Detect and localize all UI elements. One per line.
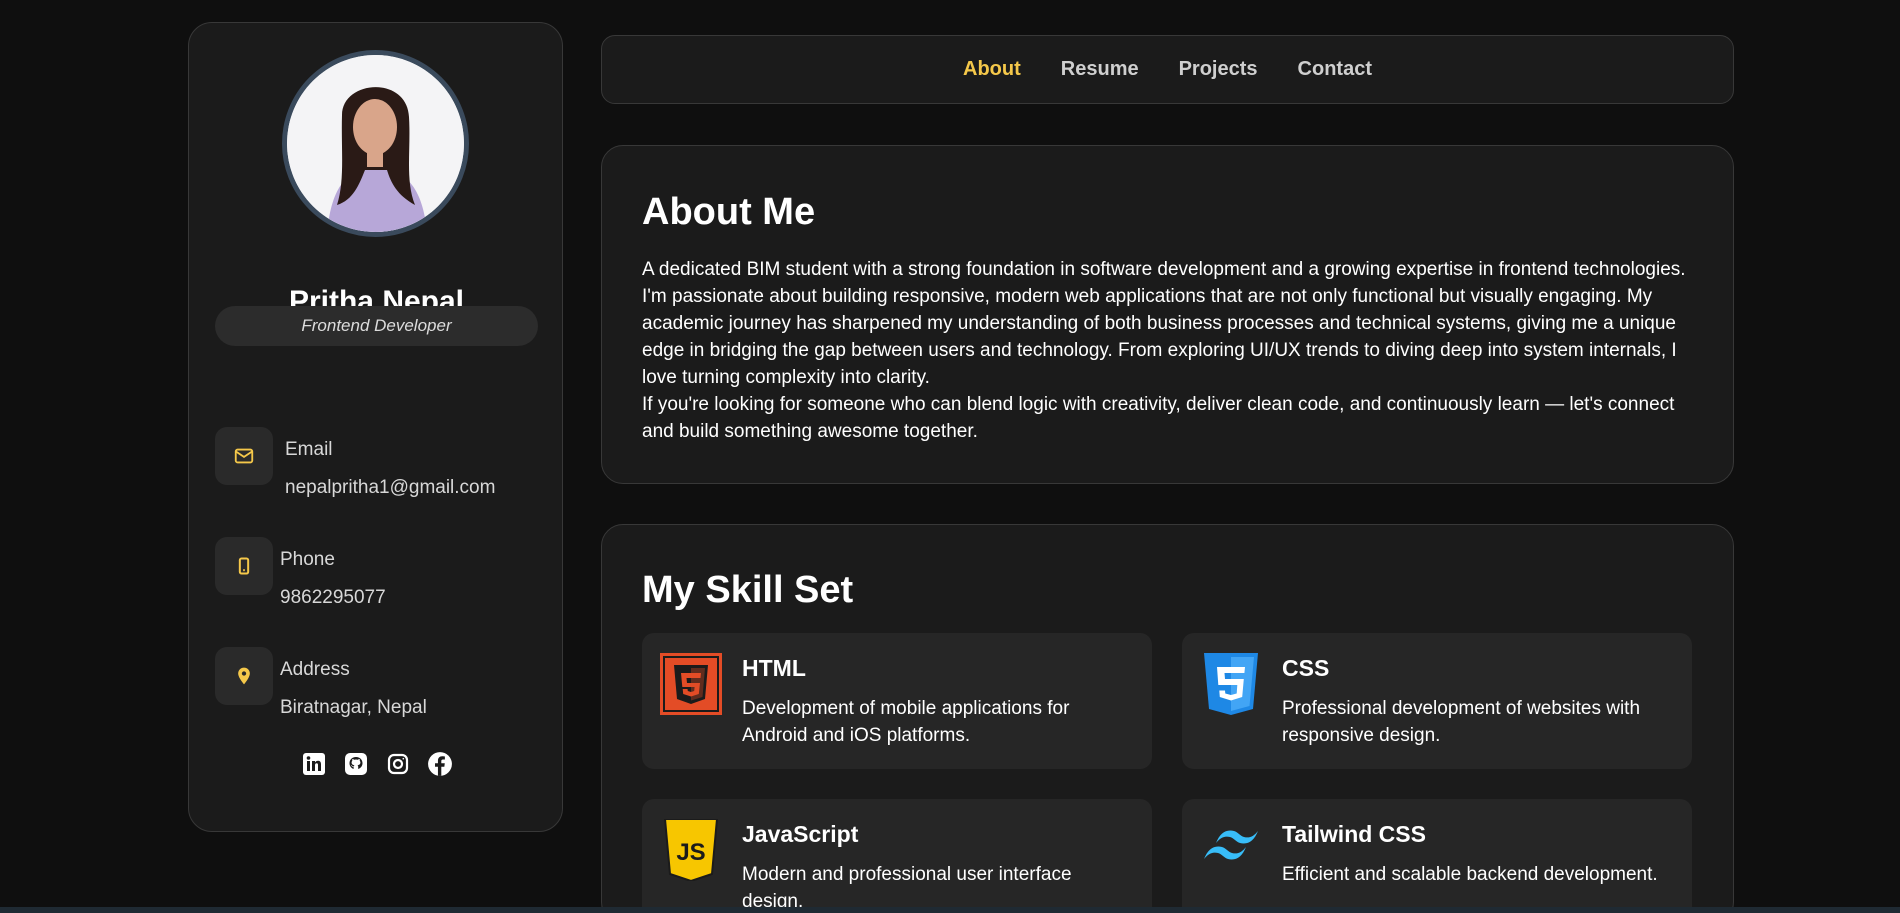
javascript-icon: JS [660, 818, 722, 883]
skill-desc-javascript: Modern and professional user interface d… [742, 864, 1072, 912]
skill-title-css: CSS [1282, 655, 1330, 681]
location-icon [215, 647, 273, 705]
contact-email: Email nepalpritha1@gmail.com [215, 427, 545, 517]
contact-phone: Phone 9862295077 [215, 537, 545, 627]
email-label: Email [285, 439, 333, 460]
nav-resume[interactable]: Resume [1061, 58, 1139, 81]
about-paragraph-1: A dedicated BIM student with a strong fo… [642, 259, 1686, 388]
about-text: A dedicated BIM student with a strong fo… [642, 256, 1702, 445]
phone-icon [215, 537, 273, 595]
facebook-icon[interactable] [427, 751, 453, 777]
skill-desc-tailwind: Efficient and scalable backend developme… [1282, 864, 1658, 885]
address-value: Biratnagar, Nepal [280, 697, 427, 718]
phone-value[interactable]: 9862295077 [280, 587, 386, 609]
instagram-icon[interactable] [385, 751, 411, 777]
skill-desc-css: Professional development of websites wit… [1282, 698, 1641, 746]
nav-about[interactable]: About [963, 58, 1021, 81]
about-paragraph-2: If you're looking for someone who can bl… [642, 394, 1675, 442]
skill-title-javascript: JavaScript [742, 821, 859, 847]
social-links [189, 751, 564, 777]
skill-card-javascript: JS JavaScript Modern and professional us… [642, 799, 1152, 913]
skill-card-html: HTML Development of mobile applications … [642, 633, 1152, 769]
contact-address: Address Biratnagar, Nepal [215, 647, 545, 737]
role-badge: Frontend Developer [215, 306, 538, 346]
phone-label: Phone [280, 549, 335, 570]
profile-sidebar: Pritha Nepal Frontend Developer Email ne… [188, 22, 563, 832]
email-value[interactable]: nepalpritha1@gmail.com [285, 477, 495, 499]
avatar [282, 50, 469, 237]
skills-title: My Skill Set [642, 569, 854, 611]
skill-card-tailwind: Tailwind CSS Efficient and scalable back… [1182, 799, 1692, 913]
github-icon[interactable] [343, 751, 369, 777]
mail-icon [215, 427, 273, 485]
nav-projects[interactable]: Projects [1179, 58, 1258, 81]
skill-desc-html: Development of mobile applications for A… [742, 698, 1070, 746]
svg-text:JS: JS [676, 839, 705, 866]
skill-title-html: HTML [742, 655, 806, 681]
top-navigation: About Resume Projects Contact [601, 35, 1734, 104]
html5-icon [660, 653, 722, 715]
about-title: About Me [642, 191, 816, 233]
linkedin-icon[interactable] [301, 751, 327, 777]
skills-section: My Skill Set HTML Development of mobile … [601, 524, 1734, 913]
about-section: About Me A dedicated BIM student with a … [601, 145, 1734, 484]
skill-title-tailwind: Tailwind CSS [1282, 821, 1426, 847]
nav-contact[interactable]: Contact [1298, 58, 1372, 81]
address-label: Address [280, 659, 350, 680]
portfolio-page: Pritha Nepal Frontend Developer Email ne… [0, 0, 1900, 913]
css3-icon [1200, 653, 1262, 715]
bottom-scroll-strip [0, 907, 1900, 913]
skill-card-css: CSS Professional development of websites… [1182, 633, 1692, 769]
tailwind-icon [1200, 819, 1262, 881]
